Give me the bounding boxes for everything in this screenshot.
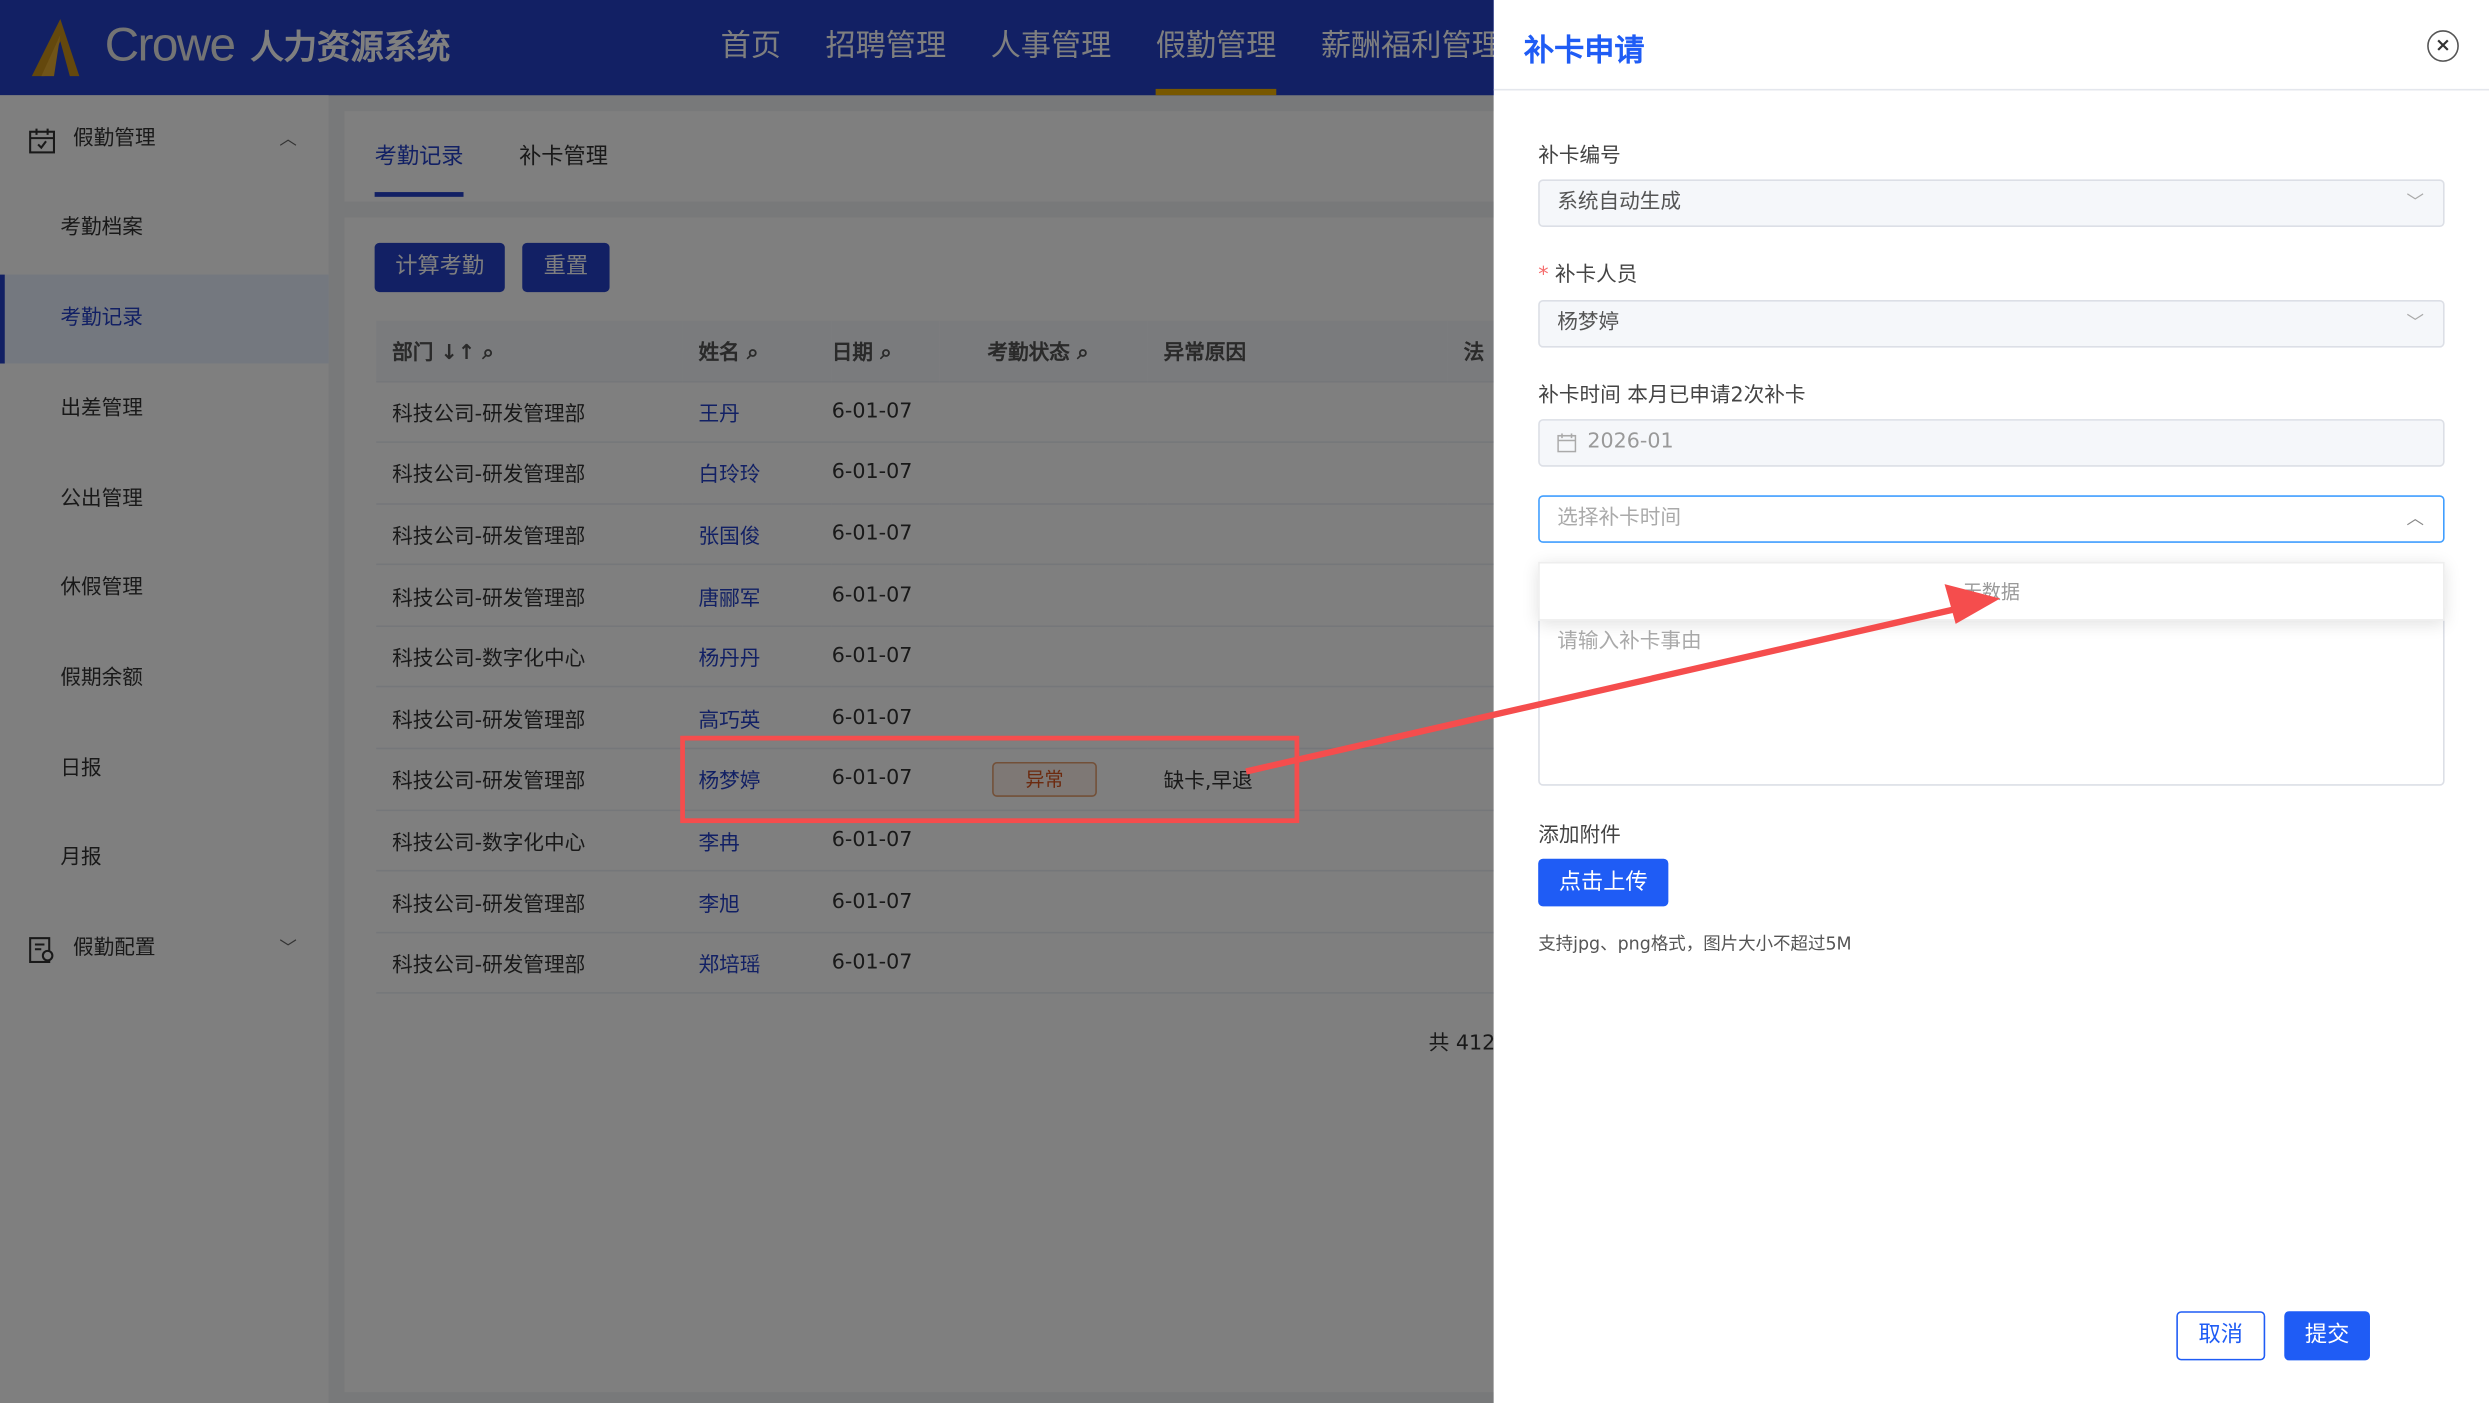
close-icon[interactable]: × [2427, 30, 2459, 62]
chevron-down-icon: ﹀ [2406, 312, 2424, 334]
no-data-text: 无数据 [1962, 580, 2020, 604]
time-label: 补卡时间 本月已申请2次补卡 [1538, 384, 1806, 408]
drawer-title: 补卡申请 [1523, 33, 1645, 69]
calendar-icon [1557, 433, 1577, 453]
attach-label: 添加附件 [1538, 823, 1621, 848]
person-label: * 补卡人员 [1538, 263, 1638, 288]
reason-textarea[interactable]: 请输入补卡事由 [1538, 603, 2445, 786]
chevron-up-icon: ︿ [2406, 507, 2424, 529]
cancel-button[interactable]: 取消 [2176, 1311, 2266, 1361]
chevron-down-icon: ﹀ [2406, 192, 2424, 213]
upload-hint: 支持jpg、png格式，图片大小不超过5M [1538, 933, 1852, 955]
upload-button[interactable]: 点击上传 [1538, 858, 1669, 907]
makeup-time-select[interactable]: 选择补卡时间 ︿ [1538, 495, 2445, 543]
makeup-no-label: 补卡编号 [1538, 144, 1621, 169]
divider [1493, 88, 2489, 91]
person-select[interactable]: 杨梦婷 ﹀ [1538, 300, 2445, 348]
makeup-no-select[interactable]: 系统自动生成 ﹀ [1538, 179, 2445, 227]
modal-mask[interactable] [0, 0, 1494, 1403]
submit-button[interactable]: 提交 [2284, 1311, 2370, 1361]
makeup-drawer: 补卡申请 × 补卡编号 系统自动生成 ﹀ * 补卡人员 杨梦婷 ﹀ 补卡时间 本月已申… [1493, 0, 2489, 1403]
month-picker[interactable]: 2026-01 [1538, 419, 2445, 467]
time-dropdown: 无数据 [1538, 561, 2445, 621]
